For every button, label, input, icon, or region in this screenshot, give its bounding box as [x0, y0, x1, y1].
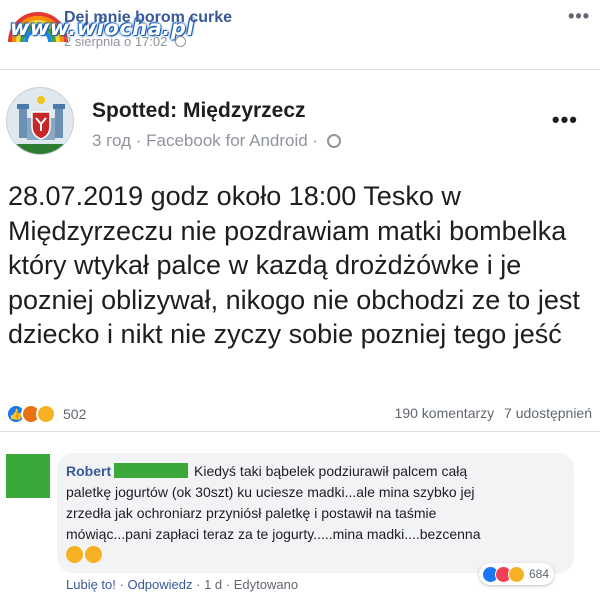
- globe-icon: [174, 36, 186, 47]
- haha-reaction-icon: [508, 565, 525, 583]
- post-reactions[interactable]: 👍 502: [6, 402, 86, 426]
- reply-button[interactable]: Odpowiedz: [127, 577, 192, 592]
- haha-reaction-icon: [36, 404, 56, 424]
- commenter-avatar[interactable]: [6, 454, 50, 498]
- shared-post: Spotted: Międzyrzecz 3 год · Facebook fo…: [0, 71, 600, 431]
- comment-time[interactable]: 1 d: [204, 577, 222, 592]
- share-author-name[interactable]: Dej mnie borom curke: [64, 9, 232, 27]
- grin-emoji-icon: [85, 546, 102, 563]
- page-name[interactable]: Spotted: Międzyrzecz: [92, 99, 306, 123]
- edited-label[interactable]: Edytowano: [234, 577, 298, 592]
- censored-surname: [114, 463, 189, 478]
- share-date[interactable]: 2 sierpnia o 17:02: [64, 34, 167, 49]
- post-stats: 190 komentarzy 7 udostępnień: [395, 405, 592, 421]
- comment-line-1: Robert Kiedyś taki bąbelek podziurawił p…: [66, 461, 467, 482]
- like-button[interactable]: Lubię to!: [66, 577, 116, 592]
- more-dots-icon[interactable]: •••: [568, 6, 590, 27]
- comment-section: Robert Kiedyś taki bąbelek podziurawił p…: [0, 431, 600, 596]
- comment-line-3: zrzedła jak ochroniarz przyniósł paletkę…: [66, 505, 437, 521]
- comment-line-4: mówiąc...pani zapłaci teraz za te jogurt…: [66, 526, 481, 542]
- share-header: www.wiocha.pl Dej mnie borom curke 2 sie…: [0, 0, 600, 70]
- post-more-icon[interactable]: •••: [552, 107, 578, 133]
- comment-text-1: Kiedyś taki bąbelek podziurawił palcem c…: [194, 463, 468, 479]
- comments-count[interactable]: 190 komentarzy: [395, 405, 495, 421]
- comment-author[interactable]: Robert: [66, 463, 111, 479]
- shares-count[interactable]: 7 udostępnień: [504, 405, 592, 421]
- post-meta: 3 год · Facebook for Android ·: [92, 131, 341, 151]
- post-body: 28.07.2019 godz około 18:00 Tesko w Międ…: [8, 181, 580, 349]
- post-meta-text: 3 год · Facebook for Android ·: [92, 131, 319, 150]
- comment-line-2: paletkę jogurtów (ok 30szt) ku uciesze m…: [66, 484, 475, 500]
- comment-reactions-count: 684: [529, 567, 550, 581]
- reactions-count: 502: [63, 406, 87, 422]
- comment-actions: Lubię to! · Odpowiedz · 1 d · Edytowano: [66, 577, 299, 592]
- grin-emoji-icons: [66, 546, 104, 566]
- page-avatar[interactable]: [6, 87, 74, 155]
- globe-icon: [326, 134, 341, 148]
- coat-of-arms-icon: [7, 88, 73, 154]
- share-meta: 2 sierpnia o 17:02: [64, 34, 186, 49]
- comment-reactions[interactable]: 684: [479, 563, 555, 585]
- comment-bubble: Robert Kiedyś taki bąbelek podziurawił p…: [57, 453, 574, 573]
- grin-emoji-icon: [66, 546, 83, 563]
